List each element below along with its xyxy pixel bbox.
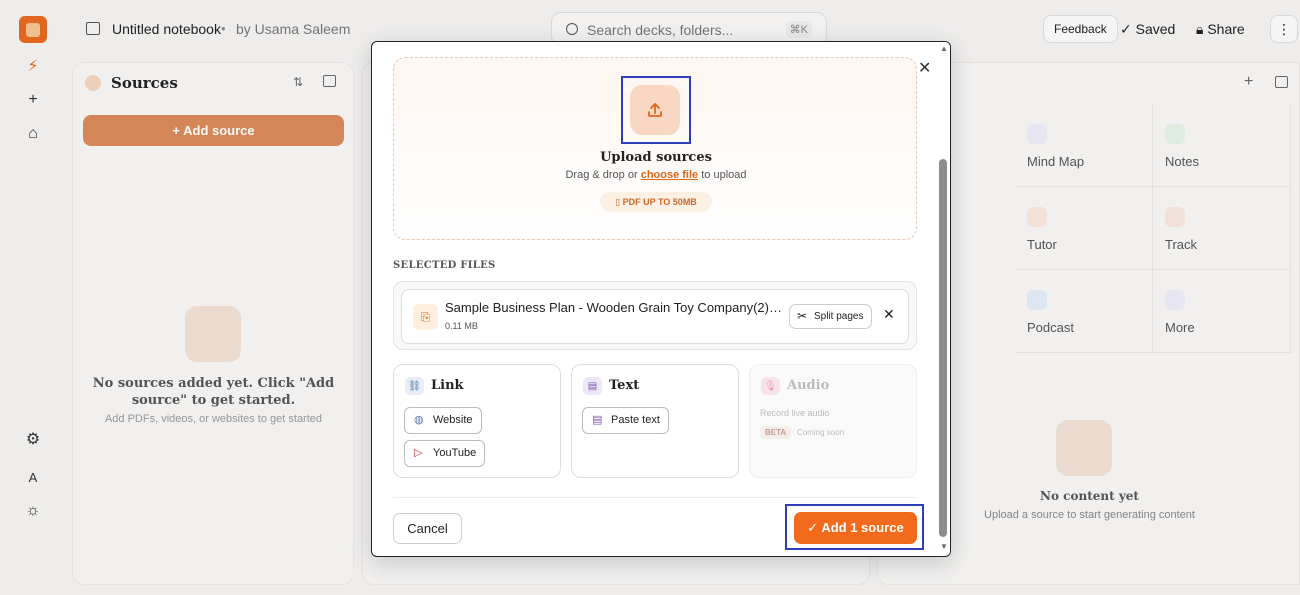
upload-subtitle: Drag & drop or choose file to upload bbox=[394, 169, 918, 181]
microphone-icon: 🎙︎ bbox=[761, 377, 780, 395]
text-option-title: Text bbox=[609, 378, 640, 393]
cancel-button[interactable]: Cancel bbox=[393, 513, 462, 544]
upload-title: Upload sources bbox=[600, 150, 712, 165]
pdf-limit-badge: ▯ PDF UP TO 50MB bbox=[600, 192, 712, 212]
record-audio-label: Record live audio bbox=[760, 408, 830, 418]
text-option-card: ▤ Text ▤ Paste text bbox=[571, 364, 739, 478]
scissors-icon: ✂ bbox=[797, 309, 808, 323]
close-icon[interactable]: ✕ bbox=[918, 58, 931, 78]
split-pages-button[interactable]: ✂ Split pages bbox=[789, 304, 872, 329]
remove-file-icon[interactable]: ✕ bbox=[883, 306, 895, 323]
pdf-file-icon: ⎘ bbox=[413, 304, 438, 330]
upload-subtitle-post: to upload bbox=[701, 169, 747, 181]
text-document-icon: ▤ bbox=[583, 377, 602, 395]
upload-subtitle-pre: Drag & drop or bbox=[565, 169, 638, 181]
website-button[interactable]: ◍ Website bbox=[404, 407, 482, 434]
selected-file-item: ⎘ Sample Business Plan - Wooden Grain To… bbox=[401, 289, 909, 344]
choose-file-link[interactable]: choose file bbox=[641, 169, 698, 181]
selected-files-label: SELECTED FILES bbox=[393, 260, 496, 271]
upload-icon-highlight bbox=[621, 76, 691, 144]
scroll-down-arrow[interactable]: ▼ bbox=[937, 542, 950, 551]
scrollbar-thumb[interactable] bbox=[939, 159, 947, 537]
youtube-button[interactable]: ▷ YouTube bbox=[404, 440, 486, 467]
paste-text-label: Paste text bbox=[611, 414, 660, 426]
audio-option-card: 🎙︎ Audio Record live audio BETA Coming s… bbox=[749, 364, 917, 478]
upload-sources-dialog: ▲ ▼ Upload sources Drag & drop or choose… bbox=[371, 41, 951, 557]
file-name: Sample Business Plan - Wooden Grain Toy … bbox=[445, 300, 785, 315]
document-icon: ▯ bbox=[615, 197, 623, 207]
beta-badge: BETA bbox=[760, 426, 792, 439]
audio-option-title: Audio bbox=[787, 378, 830, 393]
add-button-highlight bbox=[785, 504, 924, 550]
youtube-label: YouTube bbox=[433, 447, 477, 459]
file-size: 0.11 MB bbox=[445, 321, 478, 331]
coming-soon-label: Coming soon bbox=[797, 428, 845, 437]
link-icon: ⛓ bbox=[405, 377, 424, 395]
play-icon: ▷ bbox=[414, 447, 423, 459]
link-option-card: ⛓ Link ◍ Website ▷ YouTube bbox=[393, 364, 561, 478]
selected-files-list: ⎘ Sample Business Plan - Wooden Grain To… bbox=[393, 281, 917, 350]
document-icon: ▤ bbox=[592, 414, 603, 426]
link-option-title: Link bbox=[431, 378, 464, 393]
upload-dropzone[interactable]: Upload sources Drag & drop or choose fil… bbox=[393, 57, 917, 240]
paste-text-button[interactable]: ▤ Paste text bbox=[582, 407, 669, 434]
globe-icon: ◍ bbox=[414, 414, 424, 426]
scroll-up-arrow[interactable]: ▲ bbox=[937, 44, 950, 53]
website-label: Website bbox=[433, 414, 473, 426]
split-pages-label: Split pages bbox=[814, 311, 864, 322]
footer-divider bbox=[393, 497, 917, 498]
pdf-limit-label: PDF UP TO 50MB bbox=[622, 197, 697, 207]
